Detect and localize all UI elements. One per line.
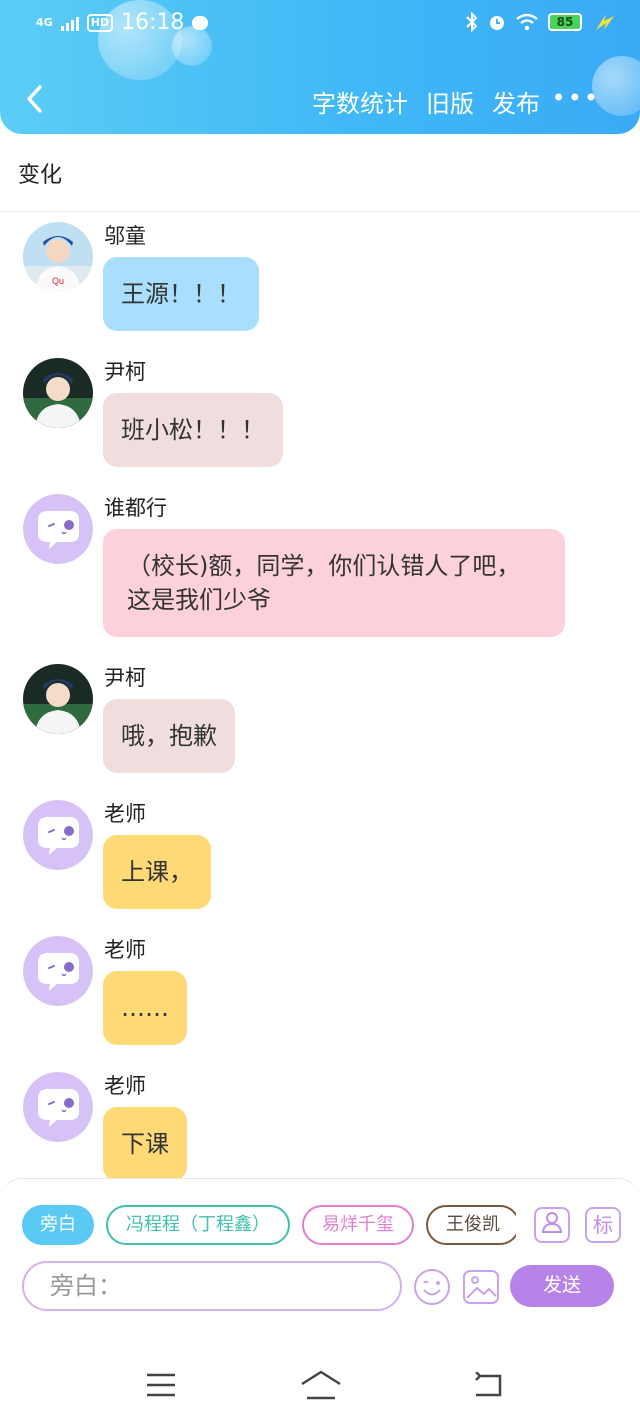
- story-title-text: 变化: [18, 162, 63, 188]
- battery-icon: 85: [548, 13, 582, 31]
- alarm-icon: [490, 16, 504, 30]
- chip-character[interactable]: 王俊凯: [426, 1205, 516, 1245]
- chat-bubble-avatar[interactable]: [23, 800, 93, 870]
- story-title[interactable]: 变化: [0, 134, 640, 212]
- back-icon[interactable]: [22, 84, 48, 114]
- tag-button[interactable]: 标: [585, 1207, 621, 1243]
- chip-narration[interactable]: 旁白: [22, 1205, 94, 1245]
- svg-text:Qu: Qu: [52, 276, 64, 286]
- signal-icon: [60, 15, 79, 31]
- publish-button[interactable]: 发布: [492, 84, 540, 119]
- chip-character[interactable]: 易烊千玺: [302, 1205, 414, 1245]
- message-bubble[interactable]: （校长)额，同学，你们认错人了吧，这是我们少爷: [103, 529, 565, 637]
- menu-icon[interactable]: [145, 1372, 177, 1398]
- sender-name: 老师: [104, 938, 146, 962]
- chat-bubble-avatar[interactable]: [23, 494, 93, 564]
- chat-list[interactable]: Qu 邬童 王源！！！ 尹柯 班小松！！！ 谁都行 （校长)额，同学，你们认错人…: [0, 213, 640, 1178]
- sender-name: 老师: [104, 802, 146, 826]
- nav-bar: 字数统计 旧版 发布 •••: [0, 70, 640, 130]
- charging-icon: [596, 14, 614, 30]
- chat-bubble-avatar[interactable]: [23, 1072, 93, 1142]
- message-bubble[interactable]: 王源！！！: [103, 257, 259, 331]
- message-bubble[interactable]: ……: [103, 971, 187, 1045]
- photo-avatar[interactable]: [23, 664, 93, 734]
- hd-icon: HD: [86, 13, 114, 32]
- sender-name: 谁都行: [104, 496, 167, 520]
- network-label: 4G: [36, 16, 53, 29]
- chat-bubble-avatar[interactable]: [23, 936, 93, 1006]
- message-bubble[interactable]: 下课: [103, 1107, 187, 1178]
- message-notification-icon: [192, 15, 209, 30]
- home-icon[interactable]: [299, 1370, 343, 1400]
- character-chips: 旁白 冯程程（丁程鑫） 易烊千玺 王俊凯: [22, 1205, 516, 1247]
- return-icon[interactable]: [472, 1372, 504, 1398]
- composer-panel: 旁白 冯程程（丁程鑫） 易烊千玺 王俊凯 标 旁白： 发送: [0, 1178, 640, 1312]
- photo-avatar[interactable]: [23, 358, 93, 428]
- bluetooth-icon: [466, 12, 478, 32]
- sender-name: 尹柯: [104, 666, 146, 690]
- sender-name: 邬童: [104, 224, 146, 248]
- photo-avatar[interactable]: Qu: [23, 222, 93, 292]
- sender-name: 尹柯: [104, 360, 146, 384]
- character-manage-icon[interactable]: [534, 1207, 570, 1243]
- message-bubble[interactable]: 班小松！！！: [103, 393, 283, 467]
- chip-character[interactable]: 冯程程（丁程鑫）: [106, 1205, 290, 1245]
- status-bar: 4G HD 16:18 85: [0, 0, 640, 50]
- wifi-icon: [516, 13, 538, 31]
- message-bubble[interactable]: 哦，抱歉: [103, 699, 235, 773]
- emoji-icon[interactable]: [413, 1268, 451, 1306]
- more-options-icon[interactable]: •••: [552, 84, 600, 112]
- app-header: 4G HD 16:18 85 字数统计 旧版 发布 •••: [0, 0, 640, 134]
- system-nav-bar: [0, 1312, 640, 1422]
- word-count-button[interactable]: 字数统计: [312, 84, 408, 119]
- sender-name: 老师: [104, 1074, 146, 1098]
- clock: 16:18: [121, 10, 185, 35]
- send-button[interactable]: 发送: [510, 1265, 614, 1307]
- image-icon[interactable]: [462, 1268, 500, 1306]
- message-input[interactable]: 旁白：: [22, 1261, 402, 1311]
- old-version-button[interactable]: 旧版: [426, 84, 474, 119]
- message-bubble[interactable]: 上课，: [103, 835, 211, 909]
